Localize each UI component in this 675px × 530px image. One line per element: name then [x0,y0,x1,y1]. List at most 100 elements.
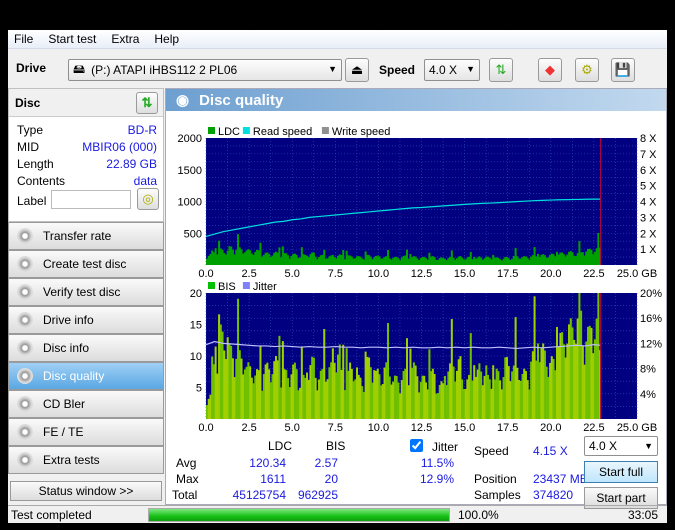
settings-button[interactable]: ⚙ [575,58,599,82]
ldc-bar [388,258,391,265]
x-tick-label: 12.5 [411,422,432,431]
bis-bar [221,331,224,419]
bis-bar [259,345,262,419]
bis-bar [376,368,379,419]
ldc-bar [223,253,226,265]
nav-cd-bler[interactable]: CD Bler [8,390,164,418]
bis-bar [243,369,246,419]
ldc-bar [512,256,515,265]
start-full-button[interactable]: Start full [584,461,658,483]
label-disc-button[interactable]: ◎ [137,188,159,210]
erase-button[interactable]: ◆ [538,58,562,82]
ldc-bar [554,256,557,265]
bis-bar [442,383,445,419]
bis-bar [362,392,365,419]
ldc-bar [219,248,222,265]
ldc-bar [471,259,474,265]
ldc-bar [576,253,579,265]
ldc-bar [271,255,274,265]
y-tick-label: 10 [190,351,202,363]
ldc-bar [557,254,560,265]
bis-bar [235,358,238,419]
ldc-bar [300,247,303,265]
disc-refresh-button[interactable]: ⇅ [136,92,158,114]
ldc-bar [578,241,581,265]
ldc-bar [361,258,364,265]
ldc-bar [573,255,576,265]
bis-bar [374,370,377,419]
ldc-bar [483,258,486,265]
menu-help[interactable]: Help [154,32,179,46]
bis-bar [588,325,591,419]
ldc-bar [368,255,371,265]
bis-bar [312,357,315,419]
ldc-bar [399,260,402,265]
progress-bar [148,507,450,522]
bis-bar [300,346,303,419]
nav-extra-tests[interactable]: Extra tests [8,446,164,474]
nav-disc-info[interactable]: Disc info [8,334,164,362]
label-input[interactable] [51,190,131,209]
speed-select[interactable]: 4.0 X ▼ [424,59,480,81]
ldc-bar [371,259,374,265]
bis-bar [443,376,446,419]
ldc-bar [449,256,452,265]
ldc-bar [299,257,302,265]
ldc-bar [480,257,483,265]
jitter-checkbox[interactable] [410,439,423,452]
bis-bar [209,394,212,419]
x-tick-label: 5.0 [285,422,300,431]
bis-bar [255,369,259,419]
nav-disc-quality[interactable]: Disc quality [8,362,164,390]
nav-label: Disc info [43,341,90,355]
test-speed-select[interactable]: 4.0 X ▼ [584,436,658,456]
eject-button[interactable]: ⏏ [345,58,369,82]
x-tick-label: 25.0 GB [617,422,657,431]
drive-select[interactable]: 🖴 (P:) ATAPI iHBS112 2 PL06 ▼ [68,59,342,81]
elapsed-time: 33:05 [627,507,658,522]
bis-bar [228,344,231,419]
bis-bar [380,385,383,419]
status-window-button[interactable]: Status window >> [10,481,162,501]
ldc-bar [481,259,484,265]
nav-drive-info[interactable]: Drive info [8,306,164,334]
bis-bar [392,381,395,419]
ldc-bar [462,259,465,265]
drive-icon: 🖴 [73,61,86,76]
max-ldc: 1611 [260,472,286,486]
col-bis: BIS [326,439,346,453]
ldc-bar [345,250,348,265]
nav-fe-te[interactable]: FE / TE [8,418,164,446]
nav-verify-test-disc[interactable]: Verify test disc [8,278,164,306]
menu-file[interactable]: File [14,32,33,46]
ldc-bar [464,259,467,265]
save-button[interactable]: 💾 [611,58,635,82]
bis-bar [321,368,324,419]
ldc-bar [350,256,353,265]
bis-bar [574,343,577,419]
nav-create-test-disc[interactable]: Create test disc [8,250,164,278]
y2-tick-label: 4% [640,389,656,401]
ldc-bar [423,256,426,265]
speed-stat-label: Speed [474,444,509,458]
ldc-bar [392,258,395,265]
toolbar: Drive 🖴 (P:) ATAPI iHBS112 2 PL06 ▼ ⏏ Sp… [8,49,667,87]
disc-icon [17,312,33,328]
ldc-bar [233,254,236,265]
bis-bar [319,370,322,419]
bis-bar [283,369,286,419]
ldc-bar [468,256,471,265]
x-tick-label: 10.0 [368,422,389,431]
menu-start-test[interactable]: Start test [48,32,96,46]
bis-bar [500,389,503,419]
y2-tick-label: 16% [640,313,662,325]
bis-bar [400,380,403,419]
nav-transfer-rate[interactable]: Transfer rate [8,222,164,250]
bis-bar [216,373,219,419]
bis-bar [218,314,221,419]
ldc-bar [354,258,357,265]
type-value: BD-R [127,123,157,137]
refresh-button[interactable]: ⇅ [489,58,513,82]
bis-bar [207,398,210,419]
menu-extra[interactable]: Extra [111,32,139,46]
